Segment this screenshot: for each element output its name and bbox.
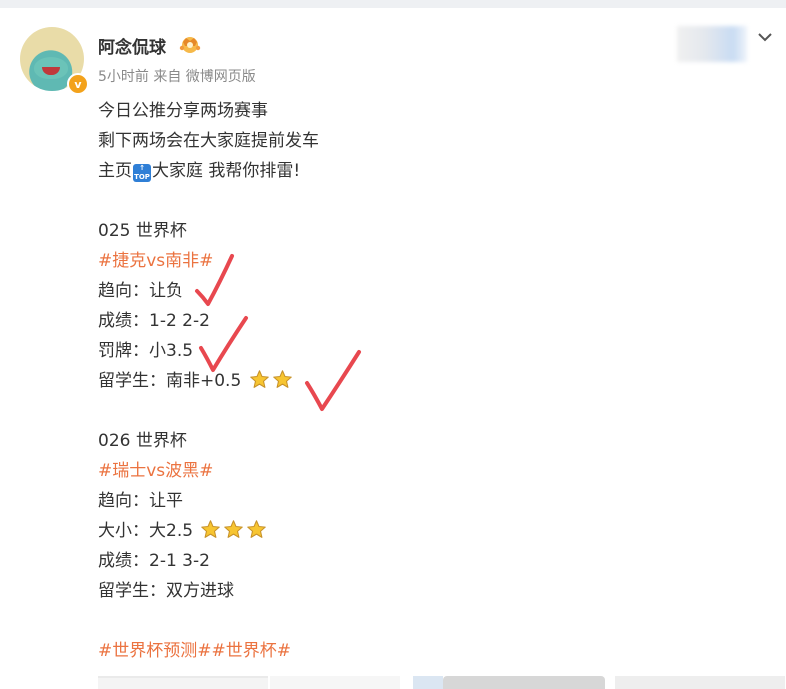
hashtag-link[interactable]: #捷克vs南非# — [98, 246, 213, 276]
star-icon — [249, 369, 270, 390]
star-icon — [223, 519, 244, 540]
line-text: 主页 — [98, 161, 132, 181]
star-icon — [200, 519, 221, 540]
image-thumbnails[interactable] — [98, 676, 786, 689]
image-thumbnail[interactable] — [615, 676, 785, 689]
post-line: 剩下两场会在大家庭提前发车 — [98, 131, 319, 151]
post-line: 主页 ↑ TOP 大家庭 我帮你排雷! — [98, 156, 300, 186]
image-thumbnail[interactable] — [270, 676, 400, 689]
top-badge-icon: ↑ TOP — [133, 164, 151, 182]
top-divider — [0, 0, 786, 8]
post-line: 留学生：双方进球 — [98, 581, 234, 601]
post-line: 大小：大2.5 — [98, 516, 267, 546]
post-line: 成绩：1-2 2-2 — [98, 311, 210, 331]
red-checkmark-icon — [305, 350, 361, 411]
star-icon — [272, 369, 293, 390]
hashtag-link[interactable]: #世界杯预测##世界杯# — [98, 636, 291, 666]
post-meta: 5小时前 来自 微博网页版 — [98, 69, 256, 85]
hashtag-link[interactable]: #瑞士vs波黑# — [98, 456, 213, 486]
star-rating — [198, 519, 267, 541]
post-line: 罚牌：小3.5 — [98, 341, 194, 361]
image-thumbnail[interactable] — [413, 676, 443, 689]
verified-badge-icon: v — [67, 73, 89, 95]
post-line: 留学生：南非+0.5 — [98, 366, 293, 396]
image-thumbnail[interactable] — [98, 676, 268, 689]
post-line: 成绩：2-1 3-2 — [98, 551, 210, 571]
post-line: 趋向：让平 — [98, 491, 183, 511]
post-line: 今日公推分享两场赛事 — [98, 101, 268, 121]
crown-badge-icon — [179, 37, 201, 53]
match-title: 026 世界杯 — [98, 431, 187, 451]
line-text: 大家庭 我帮你排雷! — [152, 161, 301, 181]
star-icon — [246, 519, 267, 540]
follow-button[interactable] — [677, 26, 747, 62]
image-thumbnail[interactable] — [443, 676, 605, 689]
line-text: 大小：大2.5 — [98, 521, 194, 541]
line-text: 留学生：南非+0.5 — [98, 371, 242, 391]
chevron-down-icon[interactable] — [756, 30, 774, 44]
match-title: 025 世界杯 — [98, 221, 187, 241]
star-rating — [247, 369, 293, 391]
username[interactable]: 阿念侃球 — [98, 33, 166, 58]
post-line: 趋向：让负 — [98, 281, 183, 301]
